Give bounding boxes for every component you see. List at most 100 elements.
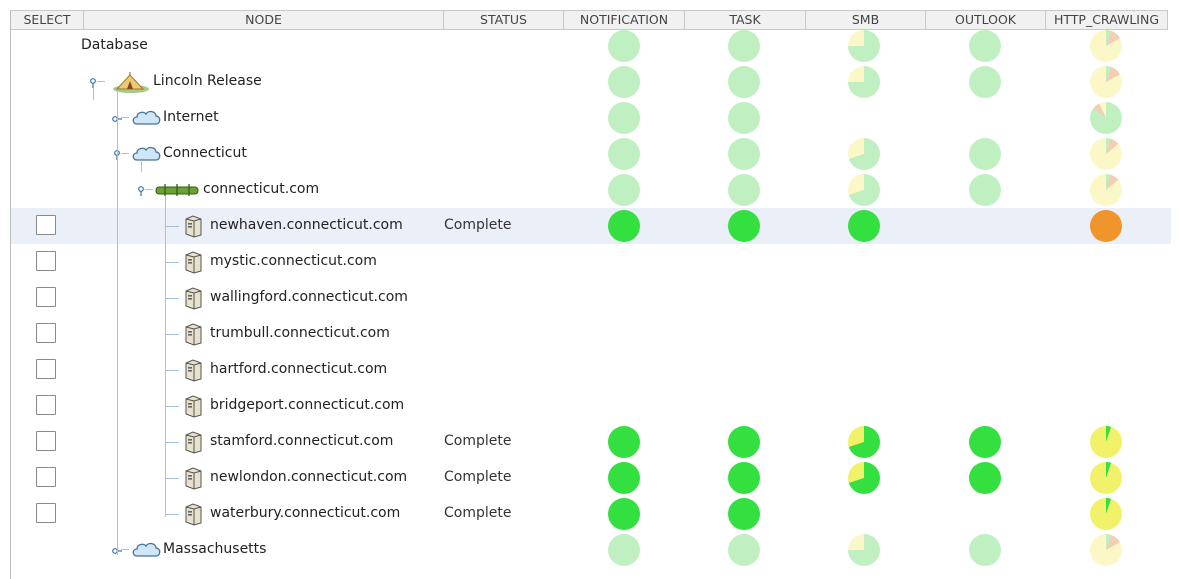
node-label[interactable]: Database [81,37,148,53]
table-row[interactable]: Massachusetts [11,532,1171,568]
node-label[interactable]: newlondon.connecticut.com [210,469,407,485]
table-row[interactable]: mystic.connecticut.com [11,244,1171,280]
http-pie-indicator [1090,66,1122,98]
column-header-outlook[interactable]: OUTLOOK [926,11,1046,29]
table-row[interactable]: Internet [11,100,1171,136]
smb-pie-indicator [848,66,880,98]
tree-connector [97,81,105,82]
task-pie-indicator [728,30,760,62]
smb-pie-indicator [848,210,880,242]
server-icon [183,502,203,530]
select-checkbox[interactable] [36,431,56,451]
table-row[interactable]: hartford.connecticut.com [11,352,1171,388]
select-checkbox[interactable] [36,215,56,235]
task-pie-indicator [728,102,760,134]
node-label[interactable]: wallingford.connecticut.com [210,289,408,305]
outlook-pie-indicator [969,30,1001,62]
tree-connector [165,406,179,407]
cloud-icon [131,540,161,564]
select-checkbox[interactable] [36,503,56,523]
node-label[interactable]: Connecticut [163,145,247,161]
table-row[interactable]: connecticut.com [11,172,1171,208]
notification-pie-indicator [608,30,640,62]
tree-connector [141,160,142,172]
tree-connector [121,117,129,118]
http-pie-indicator [1090,498,1122,530]
node-label[interactable]: Lincoln Release [153,73,262,89]
select-checkbox[interactable] [36,467,56,487]
node-label[interactable]: Massachusetts [163,541,266,557]
table-row[interactable]: Lincoln Release [11,64,1171,100]
tree-connector [165,298,179,299]
tree-connector [165,334,179,335]
node-label[interactable]: stamford.connecticut.com [210,433,393,449]
node-label[interactable]: mystic.connecticut.com [210,253,377,269]
smb-pie-indicator [848,534,880,566]
select-checkbox[interactable] [36,359,56,379]
node-label[interactable]: connecticut.com [203,181,319,197]
node-label[interactable]: hartford.connecticut.com [210,361,387,377]
select-checkbox[interactable] [36,287,56,307]
task-pie-indicator [728,210,760,242]
select-checkbox[interactable] [36,251,56,271]
status-text: Complete [444,505,512,521]
notification-pie-indicator [608,102,640,134]
server-icon [183,286,203,314]
tree-connector [121,153,129,154]
select-checkbox[interactable] [36,395,56,415]
node-label[interactable]: bridgeport.connecticut.com [210,397,404,413]
table-row[interactable]: trumbull.connecticut.com [11,316,1171,352]
table-row[interactable]: stamford.connecticut.com Complete [11,424,1171,460]
column-header-select[interactable]: SELECT [11,11,84,29]
table-row[interactable]: bridgeport.connecticut.com [11,388,1171,424]
tree-connector [165,478,179,479]
node-label[interactable]: newhaven.connecticut.com [210,217,403,233]
table-row[interactable]: newlondon.connecticut.com Complete [11,460,1171,496]
tree-connector [165,514,179,515]
table-row[interactable]: waterbury.connecticut.com Complete [11,496,1171,532]
notification-pie-indicator [608,426,640,458]
column-header-http-crawling[interactable]: HTTP_CRAWLING [1046,11,1168,29]
smb-pie-indicator [848,426,880,458]
column-header-smb[interactable]: SMB [806,11,926,29]
table-row[interactable]: Connecticut [11,136,1171,172]
notification-pie-indicator [608,498,640,530]
server-icon [183,430,203,458]
task-pie-indicator [728,462,760,494]
http-pie-indicator [1090,210,1122,242]
tree-connector [165,226,179,227]
node-label[interactable]: trumbull.connecticut.com [210,325,390,341]
outlook-pie-indicator [969,174,1001,206]
smb-pie-indicator [848,138,880,170]
http-pie-indicator [1090,174,1122,206]
column-header-notification[interactable]: NOTIFICATION [564,11,685,29]
table-row[interactable]: wallingford.connecticut.com [11,280,1171,316]
tree-connector [145,189,153,190]
task-pie-indicator [728,138,760,170]
column-header-node[interactable]: NODE [84,11,444,29]
column-header-status[interactable]: STATUS [444,11,564,29]
table-row[interactable]: Database [11,28,1171,64]
node-label[interactable]: Internet [163,109,219,125]
tree-connector [165,370,179,371]
select-checkbox[interactable] [36,323,56,343]
outlook-pie-indicator [969,138,1001,170]
cloud-icon [131,108,161,132]
server-icon [183,394,203,422]
node-label[interactable]: waterbury.connecticut.com [210,505,400,521]
server-icon [183,322,203,350]
notification-pie-indicator [608,138,640,170]
tree-connector [117,90,118,555]
table-row[interactable]: newhaven.connecticut.com Complete [11,208,1171,244]
outlook-pie-indicator [969,426,1001,458]
task-pie-indicator [728,498,760,530]
server-icon [183,250,203,278]
notification-pie-indicator [608,534,640,566]
notification-pie-indicator [608,174,640,206]
task-pie-indicator [728,66,760,98]
column-header-task[interactable]: TASK [685,11,806,29]
outlook-pie-indicator [969,534,1001,566]
domain-bar-icon [155,183,199,201]
task-pie-indicator [728,174,760,206]
http-pie-indicator [1090,462,1122,494]
